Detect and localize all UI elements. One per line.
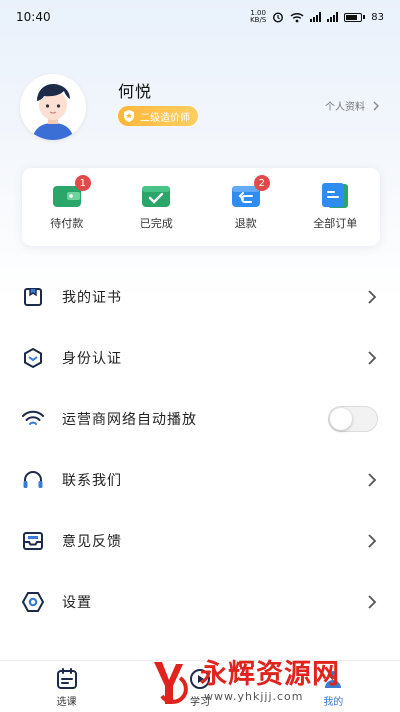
- menu-item-autoplay: 运营商网络自动播放: [0, 388, 400, 449]
- profile-link[interactable]: 个人资料: [325, 98, 380, 113]
- watermark-logo: [154, 661, 188, 704]
- order-done-label: 已完成: [139, 217, 173, 230]
- chevron-right-icon: [368, 533, 377, 548]
- menu-label-feedback: 意见反馈: [62, 533, 122, 550]
- feedback-icon: [20, 528, 46, 554]
- signal-icon-1: [310, 12, 322, 22]
- wifi-icon: [20, 406, 46, 432]
- status-time: 10:40: [16, 10, 51, 24]
- orders-icon: [322, 183, 349, 208]
- identity-icon: [20, 345, 46, 371]
- order-refund-label: 退款: [234, 217, 257, 230]
- order-refund[interactable]: 2 退款: [206, 175, 286, 231]
- profile-header: 何悦 二级造价师 个人资料: [18, 74, 382, 140]
- menu-item-certificate[interactable]: 我的证书: [0, 266, 400, 327]
- chevron-right-icon: [373, 101, 379, 110]
- watermark-title: 永辉资源网: [200, 659, 340, 690]
- orders-card: 1 待付款 已完成 2 退款 全部订单: [22, 168, 380, 246]
- menu-label-identity: 身份认证: [62, 350, 122, 367]
- menu-label-settings: 设置: [62, 594, 92, 611]
- headphones-icon: [20, 467, 46, 493]
- shield-icon: [124, 110, 134, 122]
- chevron-right-icon: [368, 472, 377, 487]
- menu-item-feedback[interactable]: 意见反馈: [0, 510, 400, 571]
- settings-icon: [20, 589, 46, 615]
- order-all-label: 全部订单: [313, 217, 358, 230]
- menu-label-contact: 联系我们: [62, 472, 122, 489]
- toggle-knob: [330, 407, 352, 430]
- watermark-text: 永辉资源网 www.yhkjjj.com: [200, 659, 340, 704]
- battery-icon: [344, 12, 366, 22]
- watermark: 永辉资源网 www.yhkjjj.com: [150, 652, 400, 711]
- tab-courses-label: 选课: [56, 697, 77, 708]
- calendar-icon: [56, 668, 77, 689]
- avatar-icon: [20, 74, 86, 140]
- status-icons: 1.00 KB/S 83: [250, 10, 384, 24]
- level-badge-label: 二级造价师: [140, 112, 190, 124]
- menu-label-certificate: 我的证书: [62, 289, 122, 306]
- battery-level: 83: [371, 11, 384, 23]
- watermark-url: www.yhkjjj.com: [204, 690, 304, 703]
- signal-icon-2: [327, 12, 339, 22]
- order-pending-label: 待付款: [50, 217, 84, 230]
- status-bar: 10:40 1.00 KB/S 83: [0, 0, 400, 34]
- wifi-status-icon: [290, 12, 304, 22]
- chevron-right-icon: [368, 289, 377, 304]
- tab-courses[interactable]: 选课: [17, 661, 117, 708]
- menu-list: 我的证书 身份认证 运营商网络自动播放 联系我们 意见反馈 设置: [0, 266, 400, 632]
- menu-item-contact[interactable]: 联系我们: [0, 449, 400, 510]
- menu-label-autoplay: 运营商网络自动播放: [62, 411, 197, 428]
- chevron-right-icon: [368, 594, 377, 609]
- avatar[interactable]: [20, 74, 86, 140]
- network-speed: 1.00 KB/S: [250, 9, 267, 24]
- order-pending[interactable]: 1 待付款: [27, 175, 107, 231]
- menu-item-identity[interactable]: 身份认证: [0, 327, 400, 388]
- certificate-icon: [20, 284, 46, 310]
- autoplay-toggle[interactable]: [328, 405, 378, 432]
- order-done[interactable]: 已完成: [116, 183, 196, 231]
- order-all[interactable]: 全部订单: [295, 183, 375, 231]
- badge-refund: 2: [253, 175, 270, 191]
- header-background: [0, 0, 400, 300]
- badge-pending: 1: [74, 175, 91, 191]
- alarm-icon: [273, 12, 284, 23]
- menu-item-settings[interactable]: 设置: [0, 571, 400, 632]
- profile-link-label: 个人资料: [325, 102, 365, 113]
- chevron-right-icon: [368, 350, 377, 365]
- wallet-done-icon: [142, 186, 171, 207]
- user-name: 何悦: [118, 82, 153, 101]
- level-badge: 二级造价师: [118, 106, 198, 126]
